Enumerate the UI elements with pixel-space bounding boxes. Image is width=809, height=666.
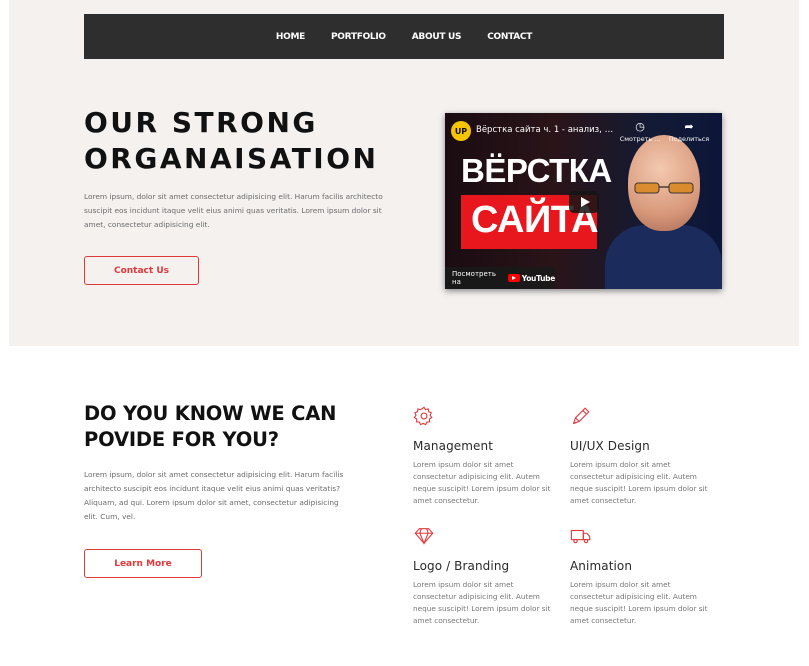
feature-desc: Lorem ipsum dolor sit amet consectetur a… [570, 460, 708, 505]
services-title-line1: DO YOU KNOW WE CAN [84, 402, 337, 425]
watch-on-youtube-button[interactable]: Посмотреть на YouTube [445, 267, 555, 289]
play-icon [580, 197, 590, 207]
clock-icon: ◷ [635, 120, 645, 133]
gear-icon [413, 406, 433, 426]
services-text: Lorem ipsum, dolor sit amet consectetur … [84, 470, 344, 521]
diamond-icon [414, 528, 434, 545]
truck-icon [570, 529, 591, 544]
share-button[interactable]: ➦ Поделиться [667, 120, 711, 144]
feature-title: Animation [570, 559, 633, 573]
pencil-icon [572, 407, 590, 425]
services-title-line2: POVIDE FOR YOU? [84, 428, 279, 451]
youtube-play-icon [507, 274, 520, 282]
nav-contact[interactable]: CONTACT [487, 32, 532, 42]
navbar: HOME PORTFOLIO ABOUT US CONTACT [84, 14, 724, 59]
feature-title: UI/UX Design [570, 439, 650, 453]
feature-title: Management [413, 439, 494, 453]
feature-title: Logo / Branding [413, 559, 510, 573]
feature-ui-ux-design: UI/UX Design Lorem ipsum dolor sit amet … [570, 405, 710, 507]
feature-logo-branding: Logo / Branding Lorem ipsum dolor sit am… [413, 525, 553, 627]
play-button[interactable] [569, 191, 599, 213]
thumbnail-glasses [634, 182, 694, 194]
feature-desc: Lorem ipsum dolor sit amet consectetur a… [413, 460, 551, 505]
share-label: Поделиться [668, 135, 710, 143]
youtube-logo: YouTube [507, 273, 556, 283]
thumbnail-text-1: ВЁРСТКА [461, 152, 612, 189]
services-title: DO YOU KNOW WE CAN POVIDE FOR YOU? [84, 401, 374, 453]
feature-management: Management Lorem ipsum dolor sit amet co… [413, 405, 553, 507]
youtube-wordmark: YouTube [521, 273, 556, 283]
feature-animation: Animation Lorem ipsum dolor sit amet con… [570, 525, 710, 627]
contact-us-button[interactable]: Contact Us [84, 256, 199, 285]
nav-portfolio[interactable]: PORTFOLIO [331, 32, 386, 42]
video-embed[interactable]: UP Вёрстка сайта ч. 1 - анализ, вё... ◷ … [445, 113, 722, 289]
hero-title: OUR STRONG ORGANAISATION [84, 105, 414, 177]
nav-home[interactable]: HOME [276, 32, 305, 42]
thumbnail-person-body [605, 225, 722, 289]
watch-later-label: Смотреть ... [619, 135, 661, 143]
nav-about-us[interactable]: ABOUT US [412, 32, 462, 42]
share-icon: ➦ [684, 120, 694, 133]
watch-on-label: Посмотреть на [452, 270, 496, 286]
watch-later-button[interactable]: ◷ Смотреть ... [618, 120, 662, 144]
learn-more-button[interactable]: Learn More [84, 549, 202, 578]
hero-text: Lorem ipsum, dolor sit amet consectetur … [84, 192, 383, 229]
feature-desc: Lorem ipsum dolor sit amet consectetur a… [570, 580, 708, 625]
feature-desc: Lorem ipsum dolor sit amet consectetur a… [413, 580, 551, 625]
hero-title-line2: ORGANAISATION [84, 142, 379, 175]
hero-title-line1: OUR STRONG [84, 106, 318, 139]
video-title[interactable]: Вёрстка сайта ч. 1 - анализ, вё... [476, 125, 616, 135]
channel-logo[interactable]: UP [451, 121, 471, 141]
